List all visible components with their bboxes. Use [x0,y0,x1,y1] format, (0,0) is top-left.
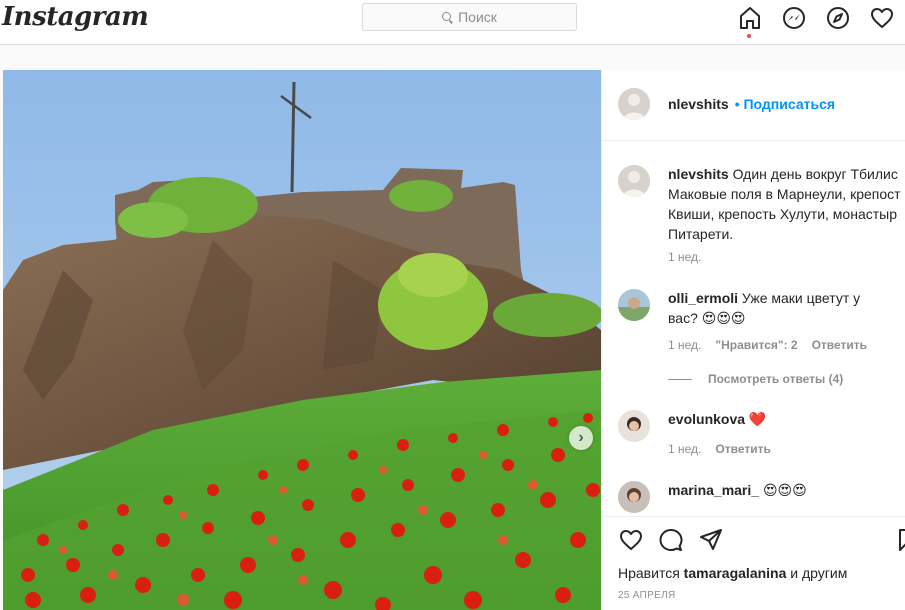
search-icon [442,11,452,21]
comment-item: marina_mari_ 😍😍😍 [668,480,905,500]
comment-text: 😍😍😍 [762,482,807,498]
comment-meta: 1 нед. "Нравится": 2 Ответить [668,338,867,352]
author-avatar[interactable] [618,88,650,120]
post-caption: nlevshits Один день вокруг Тбилис Маковы… [668,164,905,244]
post-header-row: nlevshits • Подписаться [668,96,835,112]
active-indicator-dot [747,34,751,38]
post-image[interactable]: › [3,70,601,610]
comment-time[interactable]: 1 нед. [668,442,701,456]
post-photo-illustration [3,70,601,610]
comment-item: olli_ermoli Уже маки цветут у вас? 😍😍😍 [668,288,905,328]
comment-text-line-2: вас? 😍😍😍 [668,310,746,326]
comment-icon[interactable] [658,527,684,553]
instagram-logo[interactable]: Instagram [2,2,149,32]
comment-avatar[interactable] [618,289,650,321]
post-side-panel: nlevshits • Подписаться nlevshits Один д… [601,70,905,610]
home-icon[interactable] [737,5,763,31]
author-username[interactable]: nlevshits [668,96,729,112]
post-date[interactable]: 25 АПРЕЛЯ [618,590,675,601]
like-heart-icon[interactable] [618,527,644,553]
post-actions-bar: Нравится tamaragalanina и другим 25 АПРЕ… [602,516,905,610]
caption-username[interactable]: nlevshits [668,166,729,182]
messenger-icon[interactable] [781,5,807,31]
comment-username[interactable]: olli_ermoli [668,290,738,306]
view-replies-button[interactable]: Посмотреть ответы (4) [668,372,843,386]
caption-author-avatar[interactable] [618,165,650,197]
search-input[interactable]: Поиск [362,3,577,31]
explore-icon[interactable] [825,5,851,31]
next-photo-button[interactable]: › [569,426,593,450]
likes-username[interactable]: tamaragalanina [684,565,787,581]
search-placeholder: Поиск [458,9,497,25]
top-navigation-bar: Instagram Поиск [0,0,905,45]
share-icon[interactable] [698,527,724,553]
comment-avatar[interactable] [618,481,650,513]
comment-likes-count[interactable]: "Нравится": 2 [715,338,797,352]
replies-divider-line [668,378,692,380]
follow-button[interactable]: • Подписаться [735,96,835,112]
heart-icon[interactable] [869,5,895,31]
caption-line-1: Один день вокруг Тбилис [732,166,898,182]
comment-item: evolunkova ❤️ [668,409,905,429]
comment-time[interactable]: 1 нед. [668,338,701,352]
bookmark-icon[interactable] [898,527,905,553]
post-header: nlevshits • Подписаться [602,70,905,141]
likes-summary: Нравится tamaragalanina и другим [618,565,847,581]
caption-time[interactable]: 1 нед. [668,250,701,264]
comment-text: Уже маки цветут у [741,290,861,306]
likes-others[interactable]: и другим [790,565,847,581]
comment-text: ❤️ [748,411,767,427]
comment-avatar[interactable] [618,410,650,442]
view-replies-label: Посмотреть ответы (4) [708,372,844,386]
caption-line-4: Питарети. [668,226,734,242]
reply-button[interactable]: Ответить [812,338,867,352]
comment-meta: 1 нед. Ответить [668,442,771,456]
likes-prefix: Нравится [618,565,680,581]
caption-line-3: Квиши, крепость Хулути, монастыр [668,206,897,222]
caption-meta: 1 нед. [668,250,701,264]
comment-username[interactable]: marina_mari_ [668,482,759,498]
caption-line-2: Маковые поля в Марнеули, крепост [668,186,901,202]
comment-username[interactable]: evolunkova [668,411,745,427]
reply-button[interactable]: Ответить [715,442,770,456]
